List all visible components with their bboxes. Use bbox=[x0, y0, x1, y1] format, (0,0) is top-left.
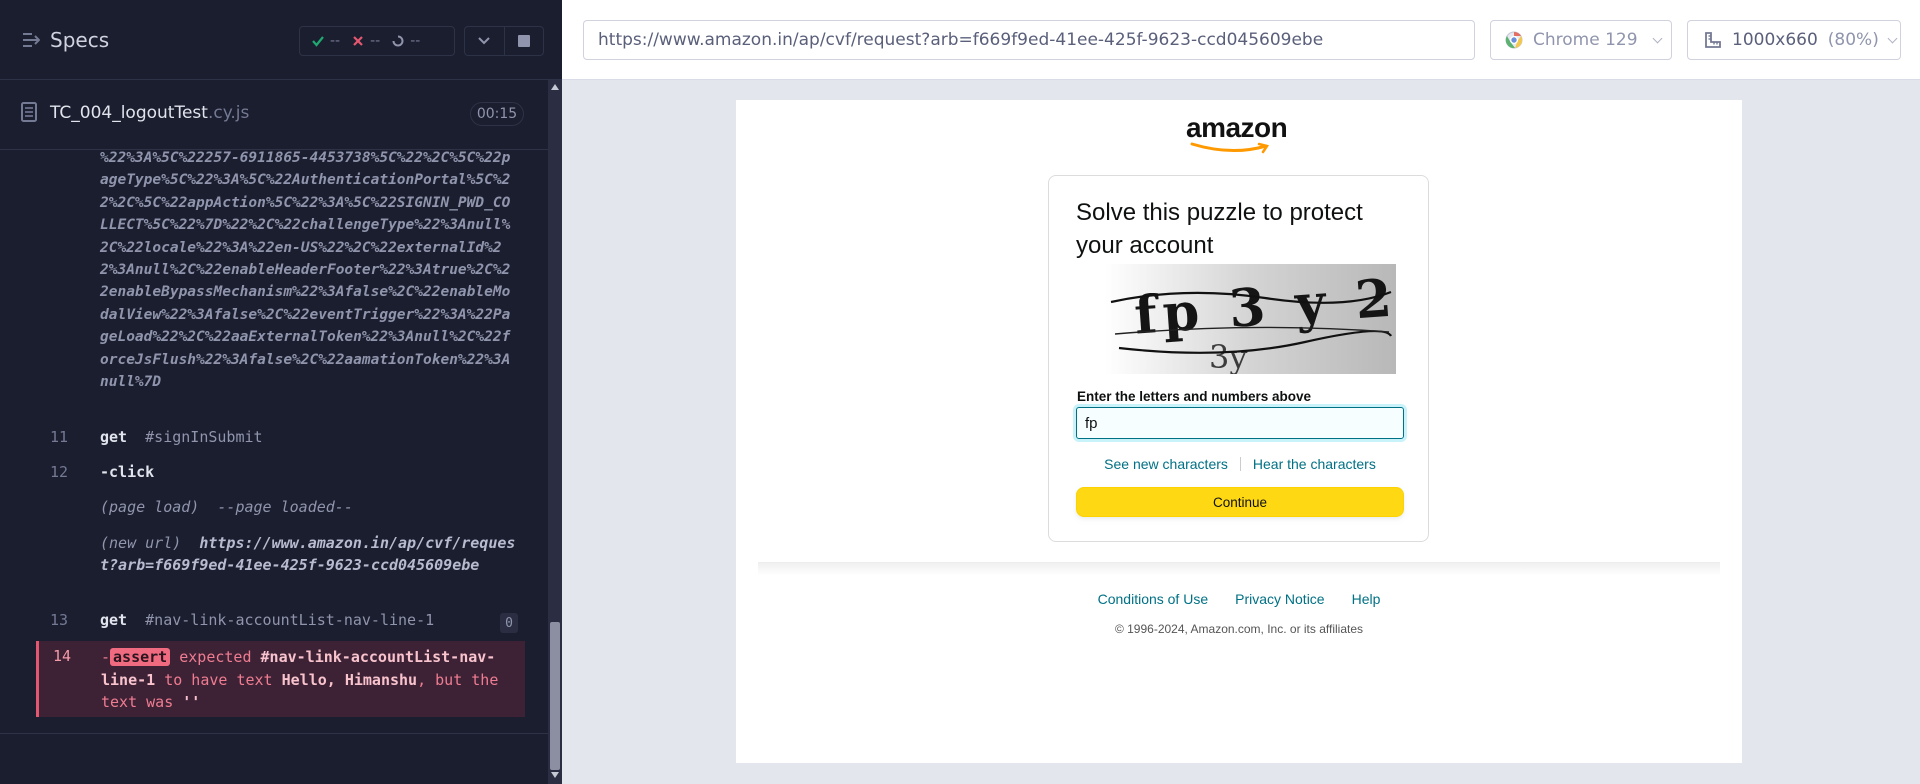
command-arg: #nav-link-accountList-nav-line-1 bbox=[145, 611, 435, 629]
log-url-fragment: %22%3A%5C%22257-6911865-4453738%5C%22%2C… bbox=[100, 150, 511, 391]
captcha-links: See new characters Hear the characters bbox=[1076, 456, 1404, 472]
assert-value: Hello, Himanshu bbox=[281, 670, 418, 689]
command-name: get bbox=[100, 428, 128, 446]
failed-stat: -- bbox=[352, 33, 380, 49]
expand-button[interactable] bbox=[465, 27, 505, 55]
continue-button[interactable]: Continue bbox=[1076, 487, 1404, 517]
scroll-up-arrow-icon[interactable] bbox=[551, 84, 559, 90]
chevron-down-icon bbox=[478, 37, 490, 45]
browser-label: Chrome 129 bbox=[1533, 30, 1638, 50]
captcha-image: fp 3 y 2w 3y bbox=[1105, 264, 1396, 374]
reporter-header: Specs -- -- -- bbox=[0, 0, 562, 80]
passed-stat: -- bbox=[312, 33, 340, 49]
assertion-message: - assert expected #nav-link-accountList-n… bbox=[101, 646, 521, 714]
hear-characters-link[interactable]: Hear the characters bbox=[1253, 456, 1376, 472]
log-divider bbox=[0, 733, 548, 734]
copyright: © 1996-2024, Amazon.com, Inc. or its aff… bbox=[1114, 622, 1364, 636]
spec-file-base: TC_004_logoutTest bbox=[50, 103, 208, 123]
scroll-down-arrow-icon[interactable] bbox=[551, 772, 559, 778]
new-url-event[interactable]: (new url) https://www.amazon.in/ap/cvf/r… bbox=[100, 532, 520, 576]
stop-icon bbox=[517, 35, 530, 47]
cypress-reporter-panel: Specs -- -- -- TC_004_logoutTest.cy.js 0… bbox=[0, 0, 562, 784]
assert-phrase: to have text bbox=[164, 670, 273, 689]
ruler-icon bbox=[1705, 32, 1721, 48]
failed-count: -- bbox=[370, 33, 381, 49]
help-link[interactable]: Help bbox=[1352, 591, 1381, 607]
aut-url-bar[interactable]: https://www.amazon.in/ap/cvf/request?arb… bbox=[583, 20, 1475, 60]
footer-links: Conditions of Use Privacy Notice Help bbox=[736, 591, 1742, 607]
assert-actual: '' bbox=[182, 693, 201, 711]
command-row[interactable]: get #signInSubmit bbox=[100, 428, 263, 446]
command-row[interactable]: -click bbox=[100, 463, 154, 481]
viewport-zoom: (80%) bbox=[1827, 30, 1879, 50]
viewport-selector[interactable]: 1000x660 (80%) bbox=[1687, 20, 1901, 60]
specs-title[interactable]: Specs bbox=[50, 28, 109, 52]
specs-list-icon[interactable] bbox=[22, 31, 40, 49]
run-controls bbox=[464, 26, 544, 56]
logo-wordmark: amazon bbox=[1186, 112, 1288, 143]
event-label: (new url) bbox=[100, 534, 182, 552]
passed-count: -- bbox=[330, 33, 341, 49]
spinner-icon bbox=[392, 35, 404, 47]
app-preview-panel: https://www.amazon.in/ap/cvf/request?arb… bbox=[562, 0, 1920, 784]
page-load-event[interactable]: (page load) --page loaded-- bbox=[100, 496, 353, 518]
element-count-badge: 0 bbox=[500, 613, 518, 633]
command-number: 11 bbox=[50, 428, 69, 446]
chevron-down-icon bbox=[1652, 33, 1662, 43]
stop-button[interactable] bbox=[505, 27, 544, 55]
scrollbar-thumb[interactable] bbox=[550, 622, 560, 770]
chevron-down-icon bbox=[1887, 33, 1898, 43]
link-separator bbox=[1239, 457, 1241, 471]
assert-expected: expected bbox=[179, 648, 252, 666]
command-arg: #signInSubmit bbox=[145, 428, 263, 446]
duration-badge: 00:15 bbox=[470, 102, 524, 126]
command-number: 12 bbox=[50, 463, 69, 481]
captcha-input[interactable] bbox=[1076, 407, 1404, 439]
captcha-input-label: Enter the letters and numbers above bbox=[1077, 389, 1312, 404]
command-row[interactable]: get #nav-link-accountList-nav-line-1 bbox=[100, 611, 434, 629]
log-scrollbar[interactable] bbox=[548, 80, 562, 784]
chrome-icon bbox=[1505, 31, 1523, 49]
viewport-size: 1000x660 bbox=[1732, 30, 1818, 50]
command-number: 13 bbox=[50, 611, 69, 629]
failed-assertion-row[interactable]: 14 - assert expected #nav-link-accountLis… bbox=[36, 641, 525, 717]
conditions-of-use-link[interactable]: Conditions of Use bbox=[1098, 591, 1209, 607]
command-name: get bbox=[100, 611, 128, 629]
event-text: --page loaded-- bbox=[217, 498, 353, 516]
spec-file-name[interactable]: TC_004_logoutTest.cy.js bbox=[50, 103, 249, 123]
footer-divider bbox=[758, 562, 1720, 576]
test-stats: -- -- -- bbox=[299, 26, 455, 56]
amazon-logo[interactable]: amazon bbox=[1186, 112, 1290, 154]
smile-arrow-icon bbox=[1190, 142, 1270, 154]
assert-badge: assert bbox=[110, 648, 171, 666]
event-label: (page load) bbox=[100, 498, 200, 516]
preview-toolbar: https://www.amazon.in/ap/cvf/request?arb… bbox=[562, 0, 1920, 80]
assert-prefix: - bbox=[101, 648, 111, 666]
aut-iframe: amazon Solve this puzzle to protect your… bbox=[736, 100, 1742, 763]
captcha-chars-shadow: 3y bbox=[1209, 338, 1247, 374]
document-icon bbox=[21, 102, 37, 122]
privacy-notice-link[interactable]: Privacy Notice bbox=[1235, 591, 1324, 607]
command-number: 14 bbox=[53, 647, 72, 665]
pending-count: -- bbox=[410, 33, 421, 49]
spec-file-ext: .cy.js bbox=[207, 103, 250, 123]
captcha-card: Solve this puzzle to protect your accoun… bbox=[1048, 175, 1429, 542]
card-title: Solve this puzzle to protect your accoun… bbox=[1076, 199, 1363, 259]
pending-stat: -- bbox=[392, 33, 420, 49]
see-new-characters-link[interactable]: See new characters bbox=[1104, 456, 1228, 472]
browser-selector[interactable]: Chrome 129 bbox=[1490, 20, 1672, 60]
check-icon bbox=[312, 36, 324, 47]
x-icon bbox=[353, 36, 363, 46]
